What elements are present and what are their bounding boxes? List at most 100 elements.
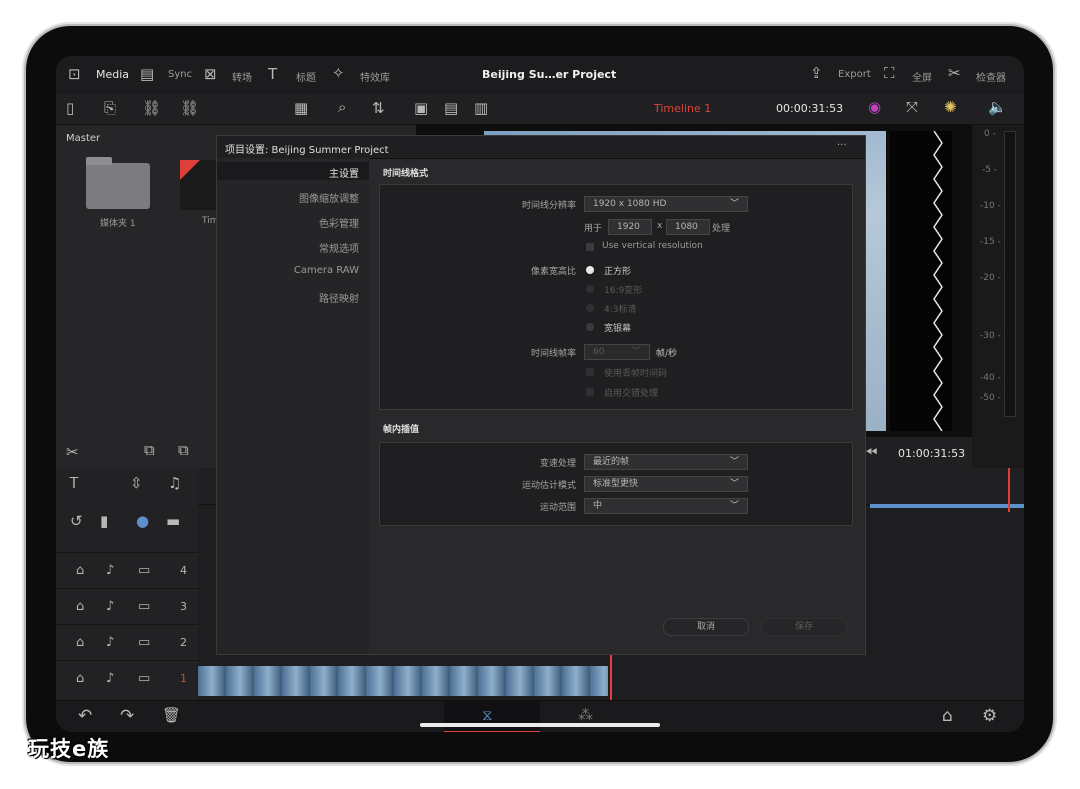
folder-icon[interactable] (86, 157, 150, 209)
sync-button[interactable]: Sync (168, 69, 192, 80)
audio-icon[interactable]: 🔈 (988, 100, 1007, 115)
sidebar-item-scaling[interactable]: 图像缩放调整 (299, 190, 359, 205)
timeline-clip-thumb[interactable] (180, 160, 216, 210)
motion-mode-value: 标准型更快 (593, 479, 639, 489)
speaker-icon[interactable]: ♪ (106, 671, 114, 686)
inspector-icon[interactable]: ✂ (948, 66, 961, 81)
interlace-checkbox[interactable] (586, 388, 594, 396)
skip-start-icon[interactable]: ⏮ (864, 445, 878, 460)
lock-icon[interactable]: ⌂ (76, 563, 84, 578)
par-radio-sd[interactable] (586, 304, 594, 312)
retime-label: 变速处理 (539, 459, 576, 469)
track-number: 4 (180, 564, 187, 577)
speaker-icon[interactable]: ♪ (106, 599, 114, 614)
tab-cut[interactable]: ⧖ (444, 701, 540, 732)
height-input[interactable]: 1080 (666, 219, 710, 235)
fullscreen-icon[interactable]: ⛶ (884, 66, 895, 81)
par-radio-anamorphic[interactable] (586, 285, 594, 293)
resolution-dropdown[interactable]: 1920 x 1080 HD ﹀ (584, 196, 748, 212)
effects-button[interactable]: 特效库 (360, 69, 390, 84)
insert-icon[interactable]: ⧉ (178, 443, 189, 458)
grid-view-icon[interactable]: ▦ (294, 101, 308, 116)
speaker-icon[interactable]: ♪ (106, 635, 114, 650)
monitor-icon[interactable]: ▭ (138, 563, 150, 578)
par-radio-square[interactable] (586, 266, 594, 274)
track-height-icon[interactable]: ⇳ (130, 476, 143, 491)
timeline-name[interactable]: Timeline 1 (654, 102, 711, 115)
monitor-icon[interactable]: ▭ (138, 635, 150, 650)
width-input[interactable]: 1920 (608, 219, 652, 235)
media-icon[interactable]: ⊡ (68, 67, 81, 82)
link-icon[interactable]: ⛓ (142, 101, 161, 116)
import-icon[interactable]: ⎘ (104, 101, 116, 116)
camera-icon[interactable]: ◉ (868, 100, 881, 115)
settings-gear-icon[interactable]: ⚙ (982, 708, 997, 725)
export-button[interactable]: Export (838, 69, 871, 80)
sidebar-item-color[interactable]: 色彩管理 (319, 215, 359, 230)
sidebar-item-path-mapping[interactable]: 路径映射 (319, 290, 359, 305)
title-icon[interactable]: T (268, 67, 277, 82)
fps-dropdown[interactable]: 60 ﹀ (584, 344, 650, 360)
overwrite-icon[interactable]: ⧉ (144, 443, 155, 458)
trash-icon[interactable]: 🗑 (162, 708, 181, 723)
monitor-icon[interactable]: ▭ (138, 599, 150, 614)
app-screen: ⊡ Media ▤ Sync ⊠ 转场 T 标题 ✧ 特效库 Beijing S… (56, 56, 1024, 732)
section-interpolation: 帧内插值 (383, 425, 420, 435)
save-button[interactable]: 保存 (761, 618, 847, 636)
clip-view-icon[interactable]: ▣ (414, 101, 428, 116)
text-tool-icon[interactable]: Ꭲ (70, 476, 79, 491)
lock-icon[interactable]: ⌂ (76, 635, 84, 650)
audio-meter: 0 - -5 - -10 - -15 - -20 - -30 - -40 - -… (972, 125, 1024, 505)
fullscreen-button[interactable]: 全屏 (912, 69, 932, 84)
fairlight-page-icon[interactable]: ⁂ (578, 708, 593, 723)
snap-icon[interactable]: ↺ (70, 514, 83, 529)
retime-dropdown[interactable]: 最近的帧 ﹀ (584, 454, 748, 470)
playhead[interactable] (610, 652, 612, 700)
video-clip-track-1[interactable] (198, 666, 608, 696)
meter-tick: -10 - (980, 201, 1001, 211)
panel-toggle-icon[interactable]: ▯ (66, 101, 74, 116)
redo-icon[interactable]: ↷ (120, 708, 134, 725)
speaker-icon[interactable]: ♪ (106, 563, 114, 578)
sort-icon[interactable]: ⇅ (372, 101, 385, 116)
par-option-square: 正方形 (604, 267, 632, 277)
unlink-icon[interactable]: ⛓ (180, 101, 199, 116)
more-options-button[interactable]: ··· (837, 140, 847, 151)
interlace-label: 启用交错处理 (604, 389, 659, 399)
sidebar-item-camera-raw[interactable]: Camera RAW (294, 265, 359, 276)
drop-frame-checkbox[interactable] (586, 368, 594, 376)
title-button[interactable]: 标题 (296, 69, 316, 84)
motion-mode-dropdown[interactable]: 标准型更快 ﹀ (584, 476, 748, 492)
transform-icon[interactable]: ⤧ (906, 100, 918, 115)
scissors-icon[interactable]: ✂ (66, 445, 79, 460)
sidebar-item-general[interactable]: 常规选项 (319, 240, 359, 255)
right-playhead[interactable] (1008, 468, 1010, 512)
effects-overlay-icon[interactable]: ✺ (944, 100, 957, 115)
search-icon[interactable]: ⌕ (338, 100, 346, 115)
motion-range-dropdown[interactable]: 中 ﹀ (584, 498, 748, 514)
waveform-icon[interactable]: ▮ (100, 514, 108, 529)
inspector-button[interactable]: 检查器 (976, 69, 1006, 84)
marker-icon[interactable]: ● (136, 514, 149, 529)
transition-icon[interactable]: ⊠ (204, 67, 217, 82)
dialog-title: 项目设置: Beijing Summer Project (225, 145, 389, 156)
home-icon[interactable]: ⌂ (942, 708, 953, 725)
export-icon[interactable]: ⇪ (810, 66, 823, 81)
par-radio-cinemascope[interactable] (586, 323, 594, 331)
effects-icon[interactable]: ✧ (332, 66, 345, 81)
cancel-button[interactable]: 取消 (663, 618, 749, 636)
layout-icon[interactable]: ▥ (474, 101, 488, 116)
filmstrip-icon[interactable]: ▤ (444, 101, 458, 116)
monitor-icon[interactable]: ▭ (138, 671, 150, 686)
home-indicator[interactable] (420, 723, 660, 727)
sidebar-item-main[interactable]: 主设置 (329, 165, 359, 180)
transition-button[interactable]: 转场 (232, 69, 252, 84)
flag-icon[interactable]: ▬ (166, 514, 180, 529)
lock-icon[interactable]: ⌂ (76, 671, 84, 686)
lock-icon[interactable]: ⌂ (76, 599, 84, 614)
audio-track-icon[interactable]: ♫ (168, 476, 181, 491)
undo-icon[interactable]: ↶ (78, 708, 92, 725)
media-button[interactable]: Media (96, 68, 129, 81)
vertical-res-checkbox[interactable] (586, 243, 594, 251)
sync-icon[interactable]: ▤ (140, 67, 154, 82)
